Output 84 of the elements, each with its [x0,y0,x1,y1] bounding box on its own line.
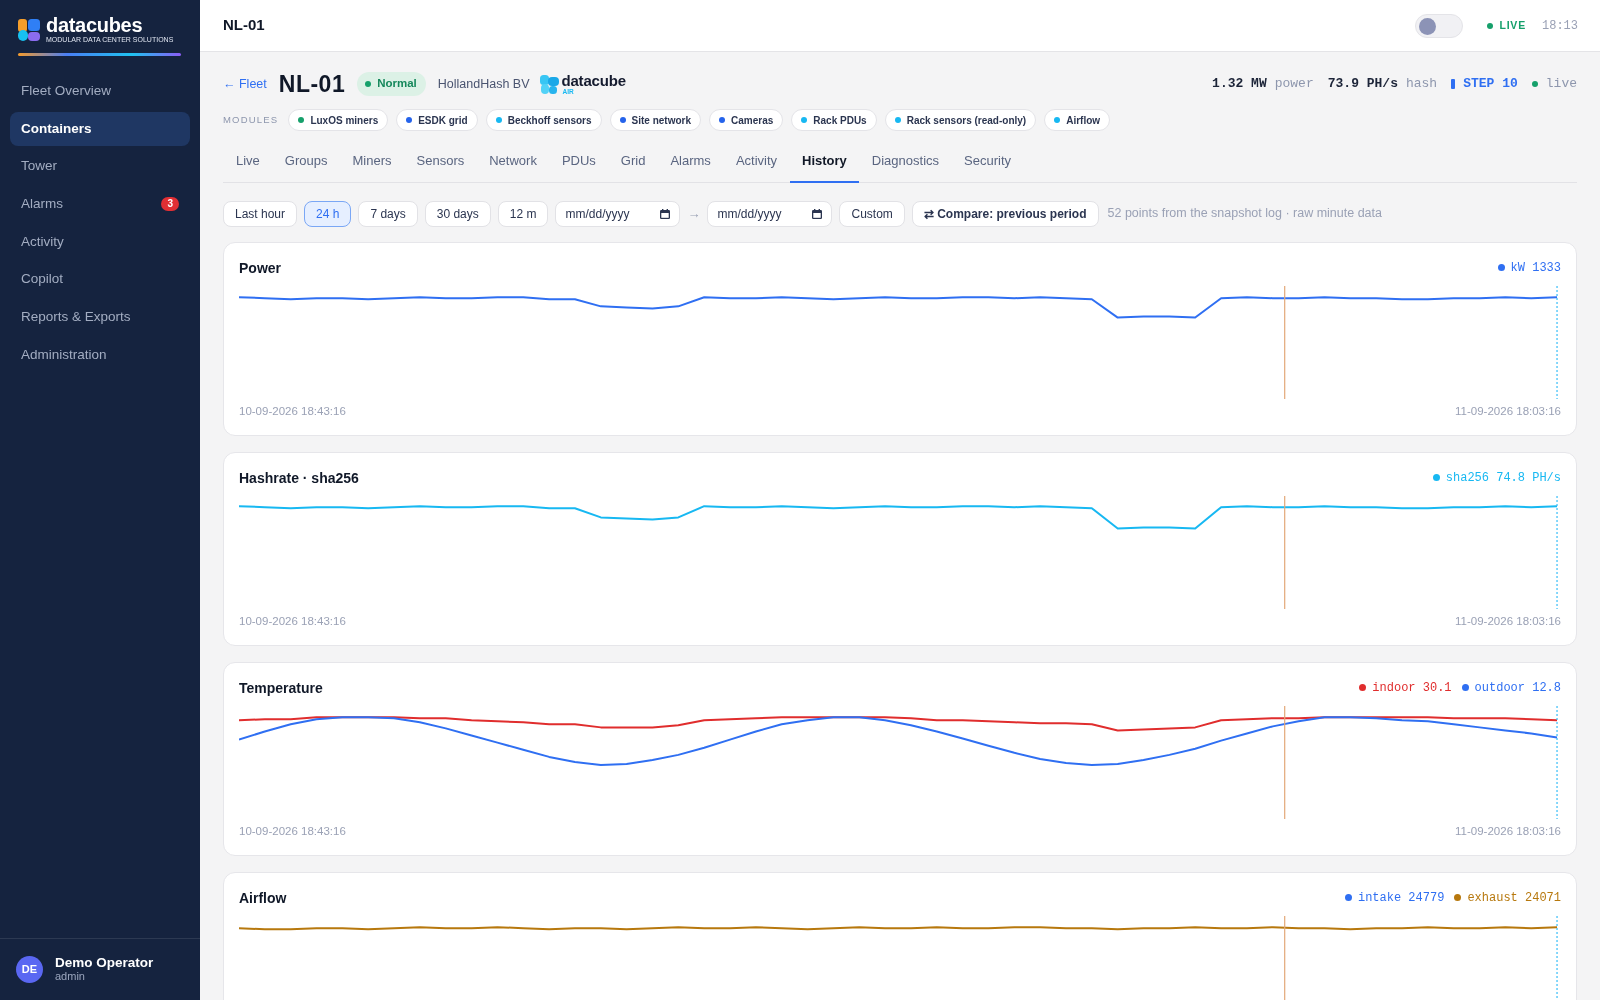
owner-name: HollandHash BV [437,75,530,93]
legend-label: indoor 30.1 [1372,679,1452,697]
tab[interactable]: Live [223,141,273,183]
logo-icon [18,19,40,41]
live-status: LIVE [1499,17,1526,33]
stat-value: 73.9 PH/s [1327,75,1398,94]
chart-title: Temperature [239,678,323,697]
toggle-switch[interactable] [1415,13,1464,38]
tab[interactable]: Diagnostics [859,141,952,183]
legend-label: kW 1333 [1510,259,1561,277]
tab[interactable]: Security [951,141,1024,183]
legend-label: outdoor 12.8 [1474,679,1561,697]
range-button[interactable]: 7 days [358,200,418,227]
page-title: NL-01 [223,15,265,36]
chart-title: Airflow [239,888,287,907]
module-label: ESDK grid [418,113,468,128]
count-badge: 3 [161,197,179,212]
compare-button[interactable]: ⇄ Compare: previous period [911,200,1099,227]
date-field[interactable]: mm/dd/yyyy [555,200,681,227]
user-name: Demo Operator [55,955,154,970]
start-timestamp: 10-09-2026 18:43:16 [239,613,346,629]
module-label: LuxOS miners [310,113,379,128]
end-timestamp: 11-09-2026 18:03:16 [1455,613,1561,629]
range-button[interactable]: Last hour [223,200,298,227]
step-indicator: STEP 10 [1463,75,1518,94]
tab[interactable]: Grid [608,141,658,183]
module-label: Beckhoff sensors [507,113,592,128]
range-button[interactable]: 30 days [424,200,491,227]
stat-label: power [1274,75,1314,94]
module-label: Cameras [731,113,774,128]
sidebar-item[interactable]: Tower [10,149,190,184]
range-button[interactable]: 24 h [304,200,352,227]
stat-value: 1.32 MW [1212,75,1267,94]
calendar-icon [812,208,823,219]
legend-label: exhaust 24071 [1467,889,1561,907]
brand-wordmark: datacube [561,73,626,88]
status-dot-icon [1531,81,1538,87]
tab[interactable]: PDUs [549,141,609,183]
back-link[interactable]: ← Fleet [223,74,267,94]
range-button[interactable]: 12 m [497,200,549,227]
start-timestamp: 10-09-2026 18:43:16 [239,823,346,839]
legend-label: sha256 74.8 PH/s [1445,469,1561,487]
module-label: Rack sensors (read-only) [906,113,1027,128]
calendar-icon [660,208,671,219]
tab[interactable]: Sensors [404,141,477,183]
custom-button[interactable]: Custom [839,200,905,227]
sidebar-item[interactable]: Containers [10,111,190,146]
modules-label: MODULES [223,112,279,127]
stat-label: hash [1405,75,1438,94]
user-avatar: DE [16,955,43,983]
tab[interactable]: Alarms [657,141,724,183]
sidebar-item[interactable]: Alarms 3 [10,187,190,222]
live-label: live [1545,75,1577,94]
status-dot-icon [365,81,372,87]
sidebar-item[interactable]: Administration [10,337,190,372]
status-label: Normal [377,76,417,92]
brand-logo-icon [539,74,559,94]
range-arrow: → [687,204,701,223]
module-label: Site network [631,113,692,128]
tab[interactable]: Groups [272,141,340,183]
sidebar-item[interactable]: Copilot [10,262,190,297]
date-field[interactable]: mm/dd/yyyy [707,200,833,227]
start-timestamp: 10-09-2026 18:43:16 [239,403,346,419]
logo-wordmark: datacubes [46,16,144,35]
chart-title: Hashrate · sha256 [239,468,359,487]
sidebar-item[interactable]: Fleet Overview [10,74,190,108]
container-title: NL-01 [278,71,346,97]
tab[interactable]: Activity [723,141,790,183]
clock-time: 18:13 [1542,17,1578,35]
status-dot-icon [1487,22,1494,29]
sidebar-item[interactable]: Reports & Exports [10,300,190,335]
chart-title: Power [239,258,281,277]
data-note: 52 points from the snapshot log · raw minute data [1107,205,1382,223]
end-timestamp: 11-09-2026 18:03:16 [1455,823,1561,839]
tab[interactable]: Network [476,141,550,183]
end-timestamp: 11-09-2026 18:03:16 [1455,403,1561,419]
sidebar-item[interactable]: Activity [10,224,190,259]
legend-label: intake 24779 [1357,889,1445,907]
tab[interactable]: History [789,141,860,183]
module-label: Airflow [1066,113,1101,128]
module-label: Rack PDUs [813,113,867,128]
tab[interactable]: Miners [340,141,404,183]
bar-icon [1451,79,1456,89]
user-role: admin [55,970,86,983]
